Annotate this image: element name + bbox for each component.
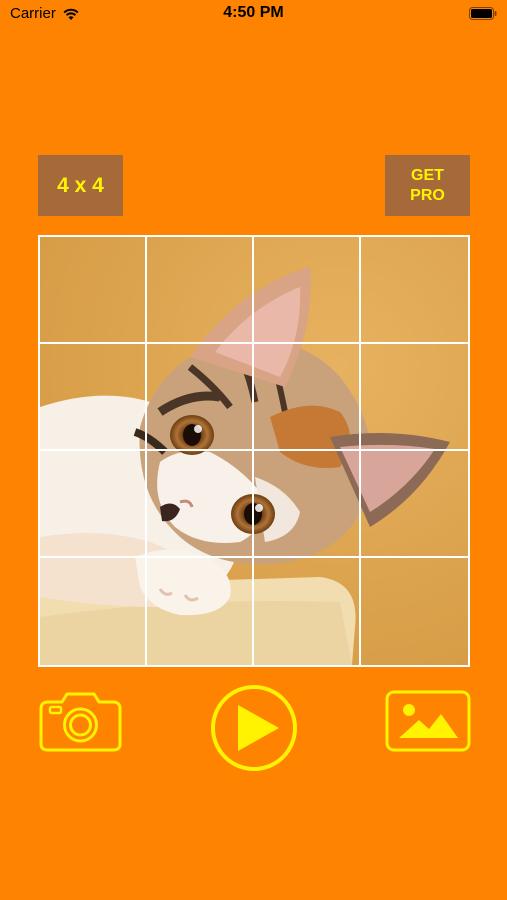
puzzle-tile[interactable]: [40, 344, 147, 451]
play-icon: [211, 685, 297, 771]
camera-icon: [39, 692, 122, 752]
puzzle-tile[interactable]: [40, 451, 147, 558]
grid-size-button[interactable]: 4 x 4: [38, 155, 123, 216]
grid-size-label: 4 x 4: [57, 173, 104, 197]
puzzle-tile[interactable]: [254, 344, 361, 451]
puzzle-tile[interactable]: [361, 451, 468, 558]
puzzle-tile[interactable]: [147, 558, 254, 665]
get-pro-label: GET PRO: [410, 166, 445, 204]
puzzle-tile[interactable]: [361, 237, 468, 344]
puzzle-tile[interactable]: [40, 558, 147, 665]
puzzle-tile[interactable]: [254, 451, 361, 558]
puzzle-tile[interactable]: [361, 344, 468, 451]
play-button[interactable]: [210, 684, 298, 772]
puzzle-tile[interactable]: [147, 237, 254, 344]
clock: 4:50 PM: [223, 4, 284, 21]
camera-button[interactable]: [38, 690, 123, 754]
puzzle-tile[interactable]: [147, 451, 254, 558]
status-bar: Carrier 4:50 PM: [0, 0, 507, 30]
get-pro-button[interactable]: GET PRO: [385, 155, 470, 216]
gallery-button[interactable]: [385, 690, 471, 752]
puzzle-tile[interactable]: [254, 558, 361, 665]
battery-icon: [469, 7, 497, 20]
puzzle-board[interactable]: [38, 235, 470, 667]
puzzle-tile[interactable]: [361, 558, 468, 665]
puzzle-tile[interactable]: [254, 237, 361, 344]
image-gallery-icon: [385, 690, 471, 752]
puzzle-tile[interactable]: [147, 344, 254, 451]
puzzle-tile[interactable]: [40, 237, 147, 344]
puzzle-grid[interactable]: [40, 237, 468, 665]
